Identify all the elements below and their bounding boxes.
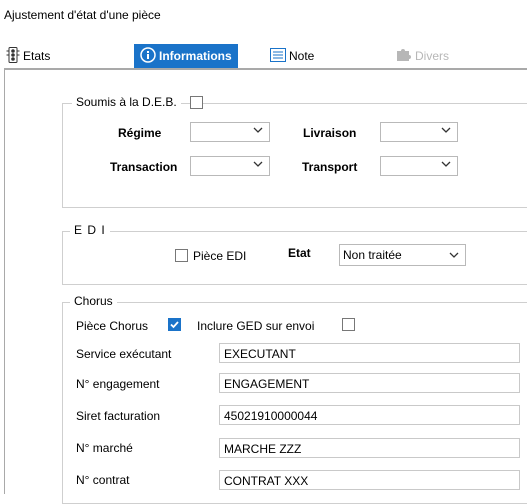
tab-divers-label: Divers bbox=[415, 49, 450, 63]
checkmark-icon bbox=[170, 321, 179, 329]
tab-note-label: Note bbox=[289, 49, 315, 63]
deb-checkbox[interactable] bbox=[190, 96, 203, 109]
chevron-down-icon bbox=[441, 127, 451, 133]
traffic-light-icon bbox=[6, 46, 20, 66]
tab-note[interactable]: Note bbox=[270, 44, 314, 68]
marche-label: N° marché bbox=[76, 441, 133, 455]
piece-chorus-label: Pièce Chorus bbox=[76, 319, 149, 333]
contrat-field[interactable]: CONTRAT XXX bbox=[219, 470, 520, 490]
transaction-label: Transaction bbox=[110, 160, 178, 174]
service-field[interactable]: EXECUTANT bbox=[219, 343, 520, 363]
chevron-down-icon bbox=[253, 161, 263, 167]
tab-bar: Etats Informations Note Divers bbox=[0, 44, 527, 68]
chevron-down-icon bbox=[449, 252, 459, 258]
window-title: Ajustement d'état d'une pièce bbox=[4, 8, 161, 22]
tab-divers[interactable]: Divers bbox=[396, 44, 449, 68]
transport-label: Transport bbox=[302, 160, 358, 174]
inclure-ged-checkbox[interactable] bbox=[342, 318, 355, 331]
siret-field[interactable]: 45021910000044 bbox=[219, 405, 520, 425]
tab-etats[interactable]: Etats bbox=[6, 44, 50, 68]
deb-legend: Soumis à la D.E.B. bbox=[72, 95, 181, 109]
regime-label: Régime bbox=[118, 126, 162, 140]
etat-select[interactable]: Non traitée bbox=[339, 244, 466, 266]
engagement-label: N° engagement bbox=[76, 377, 160, 391]
note-icon bbox=[270, 47, 286, 65]
etat-label: Etat bbox=[288, 246, 311, 260]
contrat-label: N° contrat bbox=[76, 473, 130, 487]
livraison-select[interactable] bbox=[380, 122, 458, 142]
deb-legend-label: Soumis à la D.E.B. bbox=[76, 95, 177, 109]
tab-informations-label: Informations bbox=[159, 49, 232, 63]
puzzle-icon bbox=[396, 48, 412, 65]
etat-select-value: Non traitée bbox=[343, 248, 402, 262]
inclure-ged-label: Inclure GED sur envoi bbox=[197, 319, 315, 333]
chorus-legend: Chorus bbox=[70, 294, 117, 308]
transport-select[interactable] bbox=[380, 156, 458, 176]
transaction-select[interactable] bbox=[190, 156, 270, 176]
regime-select[interactable] bbox=[190, 122, 270, 142]
chevron-down-icon bbox=[441, 161, 451, 167]
tab-etats-label: Etats bbox=[23, 49, 51, 63]
info-icon bbox=[140, 46, 156, 66]
service-label: Service exécutant bbox=[76, 347, 172, 361]
panel-top-border bbox=[4, 68, 527, 70]
livraison-label: Livraison bbox=[303, 126, 357, 140]
piece-edi-label: Pièce EDI bbox=[193, 249, 247, 263]
siret-label: Siret facturation bbox=[76, 409, 161, 423]
chevron-down-icon bbox=[253, 127, 263, 133]
piece-edi-checkbox[interactable] bbox=[175, 249, 188, 262]
marche-field[interactable]: MARCHE ZZZ bbox=[219, 438, 520, 458]
tab-informations[interactable]: Informations bbox=[134, 44, 238, 68]
piece-chorus-checkbox[interactable] bbox=[168, 318, 181, 331]
edi-legend: E D I bbox=[70, 223, 110, 237]
engagement-field[interactable]: ENGAGEMENT bbox=[219, 373, 520, 393]
panel-left-border bbox=[4, 68, 5, 494]
